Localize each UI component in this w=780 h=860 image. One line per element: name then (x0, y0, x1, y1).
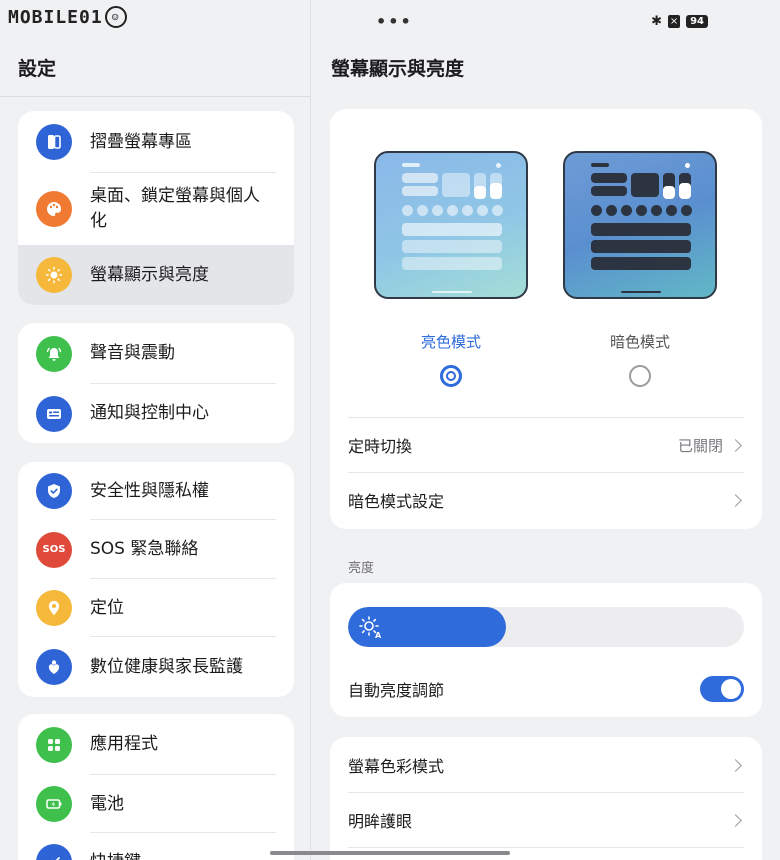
notification-center-icon (36, 395, 72, 432)
chevron-right-icon (729, 813, 742, 827)
sidebar-item-label: 應用程式 (90, 734, 158, 754)
sidebar-item-label: 安全性與隱私權 (90, 480, 209, 501)
sidebar-item-battery[interactable]: 電池 (18, 775, 294, 833)
svg-text:A: A (375, 631, 382, 639)
sidebar-item-shortcuts[interactable]: 快捷鍵 (18, 833, 294, 860)
sidebar-item-label: 聲音與震動 (90, 343, 175, 363)
dark-mode-settings-row[interactable]: 暗色模式設定 (348, 473, 744, 527)
auto-brightness-label: 自動亮度調節 (348, 681, 445, 700)
shield-icon (36, 473, 72, 509)
fold-screen-icon (36, 124, 72, 160)
dark-mode-radio[interactable] (629, 365, 651, 387)
sidebar-item-label: 電池 (90, 793, 124, 814)
sidebar-item-fold-screen[interactable]: 摺疊螢幕專區 (18, 111, 294, 173)
theme-card: 亮色模式 暗色模式 定時切換 已關閉 暗色模式設定 (330, 109, 762, 529)
wellbeing-icon (36, 649, 72, 685)
sidebar-item-notifications[interactable]: 通知與控制中心 (18, 384, 294, 443)
light-mode-label[interactable]: 亮色模式 (374, 331, 528, 352)
multitask-dots[interactable]: ••• (376, 12, 413, 31)
sos-icon: SOS (36, 531, 72, 568)
sidebar-title: 設定 (18, 58, 57, 80)
watermark-logo: MOBILE01 ☺ (8, 6, 127, 28)
location-pin-icon (36, 590, 72, 626)
auto-brightness-icon: A (359, 616, 382, 639)
chevron-right-icon (729, 438, 742, 452)
page-title: 螢幕顯示與亮度 (331, 58, 465, 80)
sidebar-item-label: 摺疊螢幕專區 (90, 131, 192, 152)
home-indicator[interactable] (270, 851, 510, 855)
light-mode-preview[interactable] (374, 151, 528, 299)
settings-group-3: 安全性與隱私權 SOS SOS 緊急聯絡 定位 數位健康與家長監護 (18, 462, 294, 697)
settings-group-2: 聲音與震動 通知與控制中心 (18, 323, 294, 443)
palette-icon (36, 191, 72, 227)
brightness-card: A 自動亮度調節 (330, 583, 762, 717)
apps-grid-icon (36, 726, 72, 763)
sun-icon (36, 257, 72, 293)
sidebar-item-personalization[interactable]: 桌面、鎖定螢幕與個人化 (18, 173, 294, 245)
sidebar-item-label: 定位 (90, 597, 124, 618)
sidebar-item-sos[interactable]: SOS SOS 緊急聯絡 (18, 520, 294, 579)
shortcut-icon (36, 844, 72, 860)
schedule-switch-label: 定時切換 (348, 437, 413, 456)
settings-sidebar: 設定 摺疊螢幕專區 桌面、鎖定螢幕與個人化 螢幕顯示與亮度 聲音與震動 通知與控… (0, 0, 311, 860)
sidebar-item-label: 通知與控制中心 (90, 403, 209, 423)
schedule-switch-row[interactable]: 定時切換 已關閉 (348, 418, 744, 472)
battery-icon (36, 786, 72, 822)
settings-group-1: 摺疊螢幕專區 桌面、鎖定螢幕與個人化 螢幕顯示與亮度 (18, 111, 294, 305)
chevron-right-icon (729, 493, 742, 507)
sidebar-item-label: 快捷鍵 (90, 850, 171, 860)
divider (348, 847, 744, 848)
sidebar-item-sound[interactable]: 聲音與震動 (18, 323, 294, 384)
battery-level: 94 (686, 15, 708, 28)
light-mode-radio[interactable] (440, 365, 462, 387)
sidebar-item-display-brightness[interactable]: 螢幕顯示與亮度 (18, 245, 294, 305)
sidebar-item-digital-wellbeing[interactable]: 數位健康與家長監護 (18, 637, 294, 697)
dark-mode-label[interactable]: 暗色模式 (563, 331, 717, 352)
bell-icon (36, 335, 72, 372)
brightness-slider[interactable]: A (348, 607, 744, 647)
status-icons: ✱ × 94 (651, 14, 708, 29)
bluetooth-icon: ✱ (651, 14, 663, 29)
settings-group-4: 應用程式 電池 快捷鍵 (18, 714, 294, 860)
sidebar-item-security-privacy[interactable]: 安全性與隱私權 (18, 462, 294, 520)
no-sim-icon: × (668, 15, 681, 28)
color-card: 螢幕色彩模式 明眸護眼 (330, 737, 762, 860)
sidebar-item-label: 桌面、鎖定螢幕與個人化 (90, 186, 260, 231)
color-mode-label: 螢幕色彩模式 (348, 757, 445, 776)
dark-mode-preview[interactable] (563, 151, 717, 299)
eye-comfort-label: 明眸護眼 (348, 812, 413, 831)
sidebar-item-label: 數位健康與家長監護 (90, 656, 243, 677)
dark-mode-settings-label: 暗色模式設定 (348, 492, 445, 511)
auto-brightness-toggle[interactable] (700, 676, 744, 702)
schedule-switch-value: 已關閉 (677, 436, 723, 455)
watermark-face-icon: ☺ (104, 6, 127, 28)
sidebar-item-location[interactable]: 定位 (18, 579, 294, 637)
sidebar-item-label: SOS 緊急聯絡 (90, 539, 199, 559)
sidebar-item-label: 螢幕顯示與亮度 (90, 264, 209, 285)
eye-comfort-row[interactable]: 明眸護眼 (348, 793, 744, 847)
brightness-section-label: 亮度 (348, 561, 375, 576)
auto-brightness-row: 自動亮度調節 (348, 662, 744, 716)
sidebar-divider (0, 96, 311, 97)
chevron-right-icon (729, 758, 742, 772)
color-mode-row[interactable]: 螢幕色彩模式 (348, 738, 744, 792)
sidebar-item-apps[interactable]: 應用程式 (18, 714, 294, 775)
